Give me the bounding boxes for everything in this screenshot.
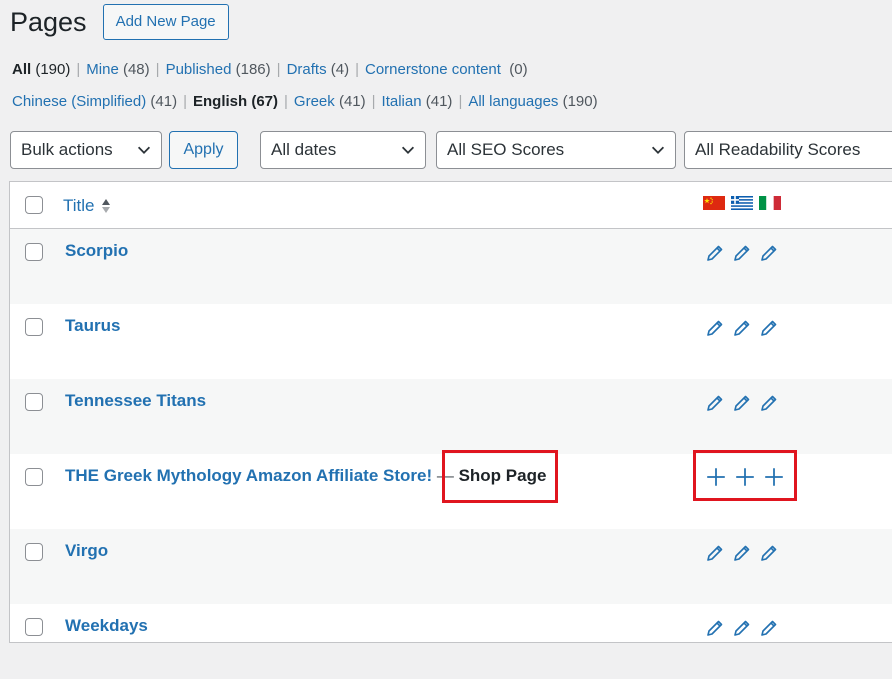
chevron-down-icon — [401, 146, 415, 154]
page-title-link[interactable]: Taurus — [65, 316, 120, 336]
pencil-icon[interactable] — [705, 243, 725, 263]
table-row: Tennessee Titans — [10, 379, 892, 454]
filter-mine[interactable]: Mine (48) — [86, 61, 149, 78]
row-checkbox[interactable] — [25, 318, 43, 336]
lang-greek[interactable]: Greek (41) — [294, 93, 366, 110]
date-filter-select[interactable]: All dates — [260, 131, 426, 169]
sort-by-title[interactable]: Title — [63, 196, 111, 216]
sort-arrows-icon — [101, 199, 110, 213]
post-state-label: Shop Page — [458, 466, 547, 485]
plus-icon[interactable] — [763, 466, 785, 488]
table-row: Weekdays — [10, 604, 892, 679]
pencil-icon[interactable] — [732, 318, 752, 338]
page-title-link[interactable]: THE Greek Mythology Amazon Affiliate Sto… — [65, 466, 432, 485]
filter-cornerstone[interactable]: Cornerstone content (0) — [365, 61, 528, 78]
filter-all[interactable]: All (190) — [12, 61, 70, 78]
translation-actions — [705, 543, 779, 563]
table-row: Taurus — [10, 304, 892, 379]
page-title-link[interactable]: Virgo — [65, 541, 108, 561]
row-checkbox[interactable] — [25, 468, 43, 486]
row-checkbox[interactable] — [25, 618, 43, 636]
seo-score-select[interactable]: All SEO Scores — [436, 131, 676, 169]
italy-flag-icon — [759, 196, 781, 210]
translation-actions — [705, 466, 785, 488]
filter-drafts[interactable]: Drafts (4) — [287, 61, 350, 78]
pencil-icon[interactable] — [705, 318, 725, 338]
greece-flag-icon — [731, 196, 753, 210]
language-filters: Chinese (Simplified) (41) | English (67) | G… — [12, 93, 598, 110]
filter-published[interactable]: Published (186) — [166, 61, 271, 78]
pencil-icon[interactable] — [732, 243, 752, 263]
lang-all[interactable]: All languages (190) — [468, 93, 597, 110]
lang-english[interactable]: English (67) — [193, 93, 278, 110]
add-new-page-button[interactable]: Add New Page — [102, 4, 229, 40]
pencil-icon[interactable] — [732, 543, 752, 563]
row-checkbox[interactable] — [25, 393, 43, 411]
translation-actions — [705, 618, 779, 638]
row-checkbox[interactable] — [25, 543, 43, 561]
pencil-icon[interactable] — [705, 618, 725, 638]
pencil-icon[interactable] — [732, 618, 752, 638]
translation-actions — [705, 243, 779, 263]
plus-icon[interactable] — [734, 466, 756, 488]
row-checkbox[interactable] — [25, 243, 43, 261]
pencil-icon[interactable] — [759, 318, 779, 338]
translation-actions — [705, 393, 779, 413]
tablenav-top: Bulk actions Apply All dates All SEO Sco… — [10, 131, 892, 169]
pencil-icon[interactable] — [759, 393, 779, 413]
page-title-link[interactable]: Tennessee Titans — [65, 391, 206, 411]
chevron-down-icon — [651, 146, 665, 154]
bulk-actions-select[interactable]: Bulk actions — [10, 131, 162, 169]
apply-button[interactable]: Apply — [169, 131, 238, 169]
status-filters: All (190) | Mine (48) | Published (186) | Draf… — [12, 61, 528, 78]
plus-icon[interactable] — [705, 466, 727, 488]
table-header: Title — [10, 182, 892, 229]
pencil-icon[interactable] — [759, 243, 779, 263]
page-title: Pages — [10, 6, 87, 37]
page-header: Pages Add New Page — [10, 4, 229, 40]
language-flags — [703, 196, 781, 210]
page-title-link[interactable]: Scorpio — [65, 241, 128, 261]
chevron-down-icon — [137, 146, 151, 154]
table-row: Virgo — [10, 529, 892, 604]
pencil-icon[interactable] — [732, 393, 752, 413]
pencil-icon[interactable] — [759, 618, 779, 638]
translation-actions — [705, 318, 779, 338]
pencil-icon[interactable] — [759, 543, 779, 563]
page-title-link[interactable]: Weekdays — [65, 616, 148, 636]
pencil-icon[interactable] — [705, 543, 725, 563]
table-row: THE Greek Mythology Amazon Affiliate Sto… — [10, 454, 892, 529]
lang-italian[interactable]: Italian (41) — [382, 93, 453, 110]
pencil-icon[interactable] — [705, 393, 725, 413]
readability-score-select[interactable]: All Readability Scores — [684, 131, 892, 169]
china-flag-icon — [703, 196, 725, 210]
pages-table: Title Scorpio Taurus Tennessee Titans TH… — [9, 181, 892, 643]
select-all-checkbox[interactable] — [25, 196, 43, 214]
table-row: Scorpio — [10, 229, 892, 304]
lang-chinese[interactable]: Chinese (Simplified) (41) — [12, 93, 177, 110]
